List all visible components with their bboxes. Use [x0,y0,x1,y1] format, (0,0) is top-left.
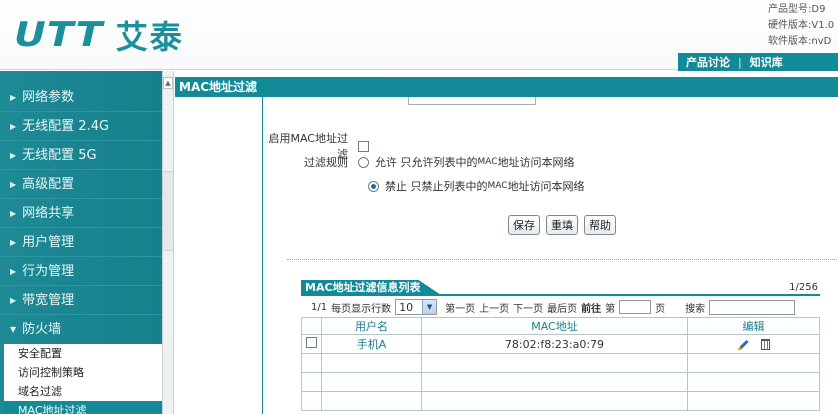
help-button[interactable]: 帮助 [584,215,616,235]
chevron-right-icon: ▶ [10,121,17,131]
sidebar-item-behavior-management[interactable]: ▶ 行为管理 [0,257,162,286]
col-select [301,317,322,335]
sidebar: ▶ 网络参数 ▶ 无线配置 2.4G ▶ 无线配置 5G ▶ 高级配置 ▶ 网络共享 ▶ 用… [0,71,162,414]
logo-mark: UTT [14,15,104,55]
pager-last[interactable]: 最后页 [547,300,577,315]
dropdown-arrow-icon[interactable]: ▼ [422,300,437,314]
edit-pencil-icon[interactable] [737,339,749,351]
pager-prev[interactable]: 上一页 [479,300,509,315]
sidebar-subitem-mac-filter[interactable]: MAC地址过滤 [4,401,162,414]
mac-filter-table: 用户名 MAC地址 编辑 手机A 78:02:f8:23:a0:79 [301,317,820,411]
list-title-underline [301,294,820,296]
sidebar-item-wireless-5g[interactable]: ▶ 无线配置 5G [0,141,162,170]
pager-rows-label: 每页显示行数 [331,303,392,315]
entry-count: 1/256 [789,282,818,293]
row-mac: 78:02:f8:23:a0:79 [421,334,688,354]
col-username: 用户名 [321,317,422,335]
rule-deny-mac: MAC [487,181,508,191]
rule-allow-prefix: 允许 [375,156,397,169]
sidebar-subitem-access-control[interactable]: 访问控制策略 [4,363,162,382]
chevron-right-icon: ▶ [10,150,17,160]
rule-allow-text: 只允许列表中的 [400,156,478,169]
rule-deny-row: 禁止 只禁止列表中的 MAC 地址访问本网络 [358,178,585,194]
pager-next[interactable]: 下一页 [513,300,543,315]
sidebar-scrollbar[interactable]: ▲ [162,71,174,414]
table-row-empty [301,372,820,392]
page-title: MAC地址过滤 [175,77,838,97]
sidebar-item-user-management[interactable]: ▶ 用户管理 [0,228,162,257]
top-nav-knowledge-base[interactable]: 知识库 [742,54,791,70]
row-select-checkbox[interactable] [306,337,317,348]
delete-trash-icon[interactable] [760,339,770,350]
rule-allow-suffix: 地址访问本网络 [497,156,575,169]
row-actions [687,334,820,354]
logo-chinese-name: 艾泰 [115,18,184,56]
brand-logo: UTT 艾泰 [14,14,184,56]
col-edit: 编辑 [687,317,820,335]
rule-allow-radio[interactable] [358,156,369,168]
col-mac: MAC地址 [421,317,688,335]
sidebar-item-network-params[interactable]: ▶ 网络参数 [0,83,162,112]
sidebar-item-network-sharing[interactable]: ▶ 网络共享 [0,199,162,228]
search-input[interactable] [709,299,796,315]
pager-page-unit: 页 [655,303,666,315]
top-nav: 产品讨论 | 知识库 [678,53,838,71]
rule-allow-row: 过滤规则 允许 只允许列表中的 MAC 地址访问本网络 [263,154,575,170]
chevron-right-icon: ▶ [10,266,17,276]
scroll-up-icon[interactable]: ▲ [163,77,173,89]
rows-per-page-select[interactable]: 10 ▼ [395,299,438,315]
form-buttons: 保存 重填 帮助 [508,215,616,235]
table-header: 用户名 MAC地址 编辑 [301,317,820,335]
sidebar-item-firewall[interactable]: ▼ 防火墙 [0,315,162,344]
table-row-empty [301,353,820,373]
pager-page: 1/1 [311,301,328,313]
pager: 1/1 每页显示行数 10 ▼ 第一页 上一页 下一页 最后页 前往 第 页 搜… [311,299,799,315]
chevron-down-icon: ▼ [10,325,17,334]
chevron-right-icon: ▶ [10,179,17,189]
firewall-submenu: 安全配置 访问控制策略 域名过滤 MAC地址过滤 [0,344,162,414]
enable-mac-filter-checkbox[interactable] [358,140,369,152]
reset-button[interactable]: 重填 [546,215,578,235]
goto-page-input[interactable] [619,300,652,314]
rule-deny-text: 只禁止列表中的 [410,180,488,193]
sidebar-item-bandwidth-management[interactable]: ▶ 带宽管理 [0,286,162,315]
hardware-version: 硬件版本:V1.0 [768,20,835,31]
rule-allow-mac: MAC [477,157,498,167]
sidebar-item-advanced[interactable]: ▶ 高级配置 [0,170,162,199]
chevron-right-icon: ▶ [10,237,17,247]
save-button[interactable]: 保存 [508,215,540,235]
list-title: MAC地址过滤信息列表 [301,280,441,295]
row-username: 手机A [321,334,422,354]
sidebar-item-wireless-24g[interactable]: ▶ 无线配置 2.4G [0,112,162,141]
table-row: 手机A 78:02:f8:23:a0:79 [301,334,820,354]
search-label: 搜索 [685,303,706,315]
tab-strip [408,97,536,105]
table-row-empty [301,391,820,411]
chevron-right-icon: ▶ [10,208,17,218]
pager-first[interactable]: 第一页 [445,300,475,315]
software-version: 软件版本:nvD [768,36,832,47]
rule-deny-suffix: 地址访问本网络 [507,180,585,193]
header: UTT 艾泰 产品型号:D9 硬件版本:V1.0 软件版本:nvD 产品讨论 |… [0,0,838,71]
main-content: 启用MAC地址过滤 过滤规则 允许 只允许列表中的 MAC 地址访问本网络 禁止 只… [262,97,838,414]
rule-deny-radio[interactable] [368,180,379,192]
device-info: 产品型号:D9 硬件版本:V1.0 软件版本:nvD [768,2,838,50]
scrollbar-thumb[interactable] [163,171,173,251]
chevron-right-icon: ▶ [10,295,17,305]
product-model: 产品型号:D9 [768,4,826,15]
chevron-right-icon: ▶ [10,92,17,102]
rule-deny-prefix: 禁止 [385,180,407,193]
sidebar-subitem-security-config[interactable]: 安全配置 [4,344,162,363]
sidebar-subitem-domain-filter[interactable]: 域名过滤 [4,382,162,401]
top-nav-product-discussion[interactable]: 产品讨论 [678,54,738,70]
pager-goto[interactable]: 前往 [581,300,601,315]
divider [287,259,837,260]
rule-label: 过滤规则 [304,156,348,169]
pager-nth: 第 [605,303,616,315]
